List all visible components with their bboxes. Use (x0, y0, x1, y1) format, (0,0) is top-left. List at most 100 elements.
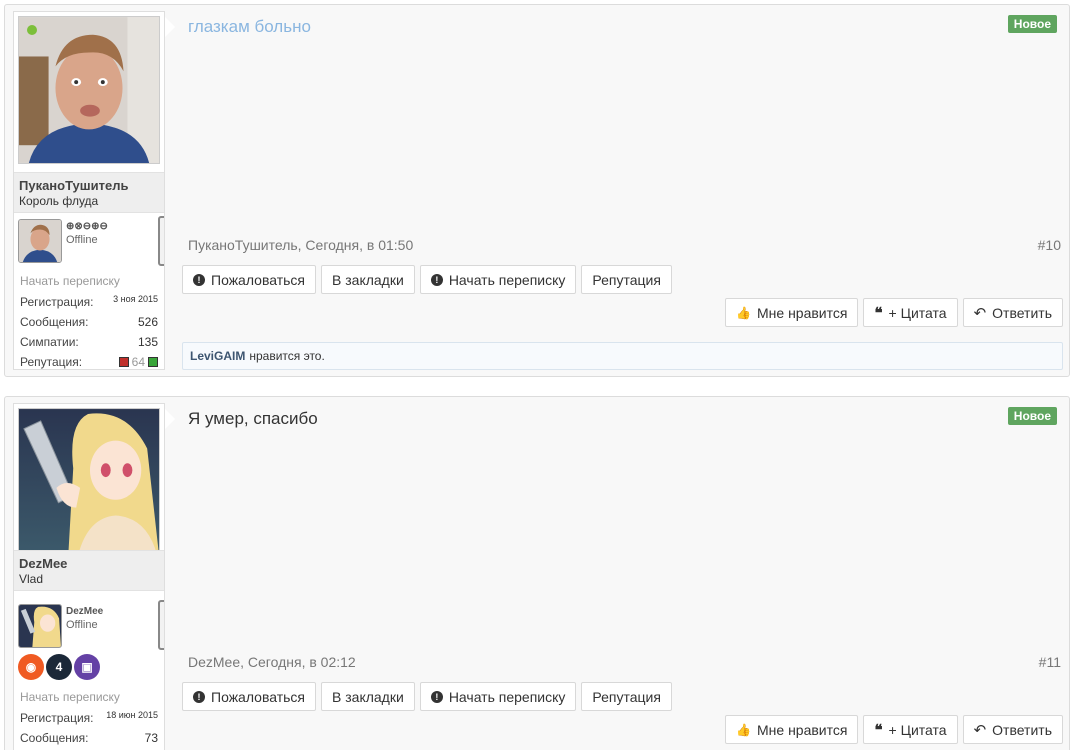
message-arrow (165, 409, 175, 429)
username-link[interactable]: DezMee (19, 556, 159, 572)
start-conversation-link[interactable]: Начать переписку (20, 690, 158, 704)
exclamation-icon: ! (430, 690, 443, 703)
user-avatar[interactable] (18, 16, 160, 164)
message-arrow (165, 17, 175, 37)
button-label: Мне нравится (757, 304, 848, 321)
liked-by-user[interactable]: LeviGAIM (190, 349, 245, 363)
post-meta[interactable]: DezMee, Сегодня, в 02:12 (188, 654, 356, 670)
stat-value[interactable]: 526 (138, 315, 158, 329)
new-badge: Новое (1007, 407, 1057, 425)
button-label: Ответить (992, 721, 1052, 738)
avatar-photo-image (19, 17, 159, 163)
stat-likes: Симпатии: 135 (20, 332, 158, 352)
reply-button[interactable]: ↶ Ответить (962, 298, 1063, 327)
rep-plus-icon[interactable] (148, 357, 158, 367)
user-nameplate: ПуканоТушитель Король флуда (14, 172, 164, 213)
reputation-button[interactable]: Репутация (581, 682, 672, 711)
avatar-anime-image (19, 409, 159, 555)
button-label: + Цитата (888, 304, 947, 321)
stat-label: Сообщения: (20, 315, 89, 329)
stat-messages: Сообщения: 73 (20, 728, 158, 748)
profile-side-tab[interactable] (158, 216, 164, 266)
like-button[interactable]: 👍 Мне нравится (725, 715, 859, 744)
stat-label: Симпатии: (20, 335, 79, 349)
post-number[interactable]: #11 (1039, 654, 1061, 670)
button-label: Начать переписку (448, 688, 566, 705)
user-avatar[interactable] (18, 408, 160, 556)
likes-summary: LeviGAIM нравится это. (182, 342, 1063, 370)
stat-label: Репутация: (20, 355, 83, 369)
exclamation-icon: ! (193, 690, 205, 703)
quote-button[interactable]: ❝ + Цитата (863, 298, 958, 327)
username-link[interactable]: ПуканоТушитель (19, 178, 159, 194)
button-label: Репутация (592, 271, 661, 288)
message-text: Я умер, спасибо (188, 409, 318, 428)
stat-value[interactable]: 73 (145, 731, 158, 745)
user-stats: Начать переписку Регистрация: 3 ноя 2015… (20, 274, 158, 369)
user-nameplate: DezMee Vlad (14, 550, 164, 591)
new-badge: Новое (1007, 15, 1057, 33)
thumbs-up-icon: 👍 (736, 722, 751, 737)
stat-reputation: Репутация: 64 (20, 352, 158, 369)
rep-value: 64 (131, 355, 145, 369)
bookmark-button[interactable]: В закладки (321, 265, 415, 294)
stat-label: Регистрация: (20, 711, 94, 725)
post-10: ПуканоТушитель Король флуда ⊕⊗⊖⊕⊖ Offlin… (4, 4, 1070, 377)
online-status-indicator (27, 25, 37, 35)
button-label: Репутация (592, 688, 661, 705)
exclamation-icon: ! (430, 273, 443, 286)
user-stats: Начать переписку Регистрация: 18 июн 201… (20, 690, 158, 748)
button-label: Начать переписку (448, 271, 566, 288)
stat-value: 135 (137, 335, 158, 349)
user-info-panel: DezMee Vlad DezMee Offline ◉ 4 ▣ Начать … (13, 403, 165, 750)
user-badges: ◉ 4 ▣ (18, 654, 100, 680)
bookmark-button[interactable]: В закладки (321, 682, 415, 711)
report-button[interactable]: ! Пожаловаться (182, 682, 317, 711)
button-label: В закладки (332, 271, 404, 288)
button-label: В закладки (332, 688, 404, 705)
post-action-left: ! Пожаловаться В закладки ! Начать перепис… (182, 265, 672, 294)
twitch-icon[interactable]: ▣ (74, 654, 100, 680)
post-action-left: ! Пожаловаться В закладки ! Начать перепис… (182, 682, 672, 711)
mini-avatar[interactable] (18, 219, 62, 263)
origin-icon[interactable]: ◉ (18, 654, 44, 680)
liked-text: нравится это. (249, 349, 325, 363)
report-button[interactable]: ! Пожаловаться (182, 265, 317, 294)
button-label: Ответить (992, 304, 1052, 321)
post-action-right: 👍 Мне нравится ❝ + Цитата ↶ Ответить (725, 715, 1063, 744)
start-conversation-button[interactable]: ! Начать переписку (419, 682, 577, 711)
like-button[interactable]: 👍 Мне нравится (725, 298, 859, 327)
rep-minus-icon[interactable] (118, 357, 129, 367)
start-conversation-button[interactable]: ! Начать переписку (419, 265, 577, 294)
quote-icon: ❝ (874, 721, 883, 739)
mini-avatar[interactable] (18, 604, 62, 648)
post-meta[interactable]: ПуканоТушитель, Сегодня, в 01:50 (188, 237, 413, 253)
profile-side-tab[interactable] (158, 600, 164, 650)
button-label: Мне нравится (757, 721, 848, 738)
post-number[interactable]: #10 (1038, 237, 1061, 253)
quote-icon: ❝ (874, 304, 883, 322)
post-11: DezMee Vlad DezMee Offline ◉ 4 ▣ Начать … (4, 396, 1070, 750)
mini-username: DezMee (66, 606, 104, 617)
start-conversation-link[interactable]: Начать переписку (20, 274, 158, 288)
user-title: Vlad (19, 572, 44, 586)
user-title: Король флуда (19, 194, 99, 208)
thumbs-up-icon: 👍 (736, 305, 751, 320)
button-label: + Цитата (888, 721, 947, 738)
reputation-button[interactable]: Репутация (581, 265, 672, 294)
button-label: Пожаловаться (211, 688, 306, 705)
quote-button[interactable]: ❝ + Цитата (863, 715, 958, 744)
stat-registration: Регистрация: 18 июн 2015 (20, 708, 158, 728)
stat-label: Сообщения: (20, 731, 89, 745)
stat-messages: Сообщения: 526 (20, 312, 158, 332)
message-text: глазкам больно (188, 17, 311, 36)
user-info-panel: ПуканоТушитель Король флуда ⊕⊗⊖⊕⊖ Offlin… (13, 11, 165, 370)
steam-icon[interactable]: 4 (46, 654, 72, 680)
button-label: Пожаловаться (211, 271, 306, 288)
mini-status-text: Offline (66, 234, 98, 246)
stat-value: 3 ноя 2015 (113, 294, 158, 304)
mini-username: ⊕⊗⊖⊕⊖ (66, 221, 108, 232)
reply-icon: ↶ (973, 721, 987, 739)
reply-button[interactable]: ↶ Ответить (962, 715, 1063, 744)
reply-icon: ↶ (973, 304, 987, 322)
